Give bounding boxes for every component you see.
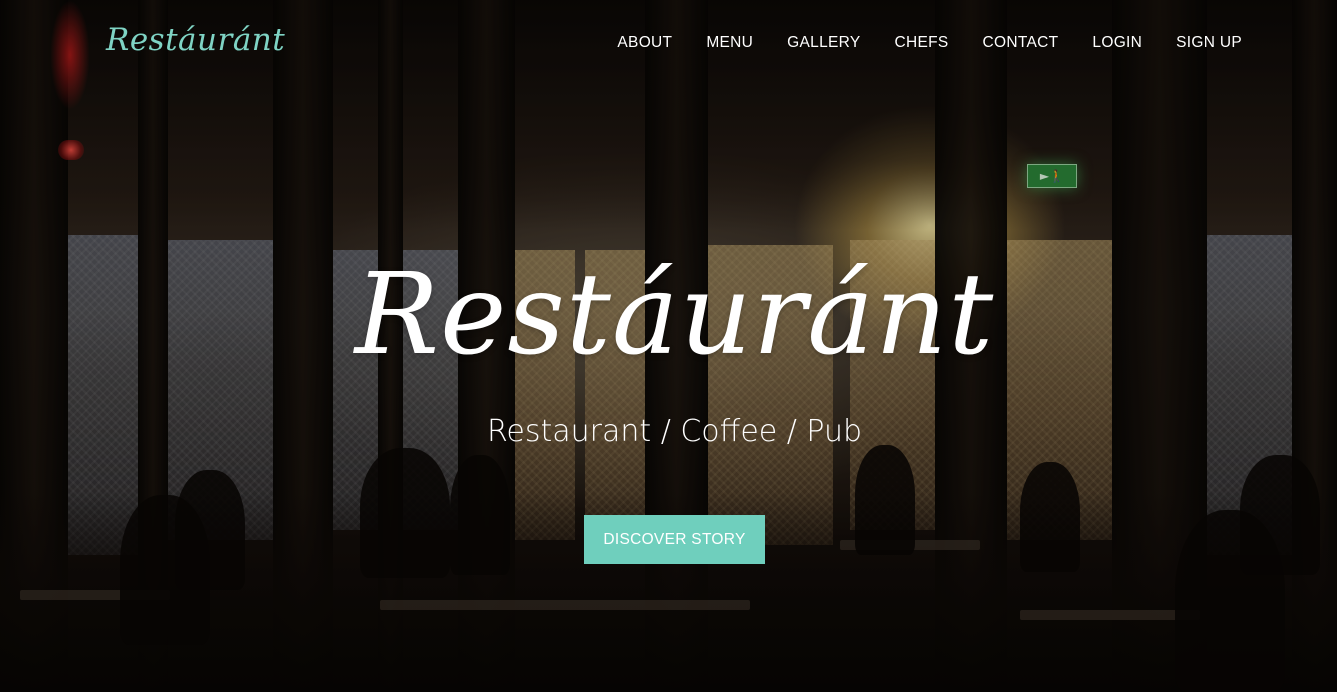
nav-item-about[interactable]: ABOUT <box>617 34 672 52</box>
hero-title: Restáuránt <box>354 250 995 380</box>
nav-item-signup[interactable]: SIGN UP <box>1176 34 1242 52</box>
nav-item-menu[interactable]: MENU <box>706 34 753 52</box>
main-nav: ABOUT MENU GALLERY CHEFS CONTACT LOGIN S… <box>583 34 1242 52</box>
nav-item-contact[interactable]: CONTACT <box>983 34 1059 52</box>
nav-item-login[interactable]: LOGIN <box>1092 34 1142 52</box>
hero-section: ►🚶 Restáuránt ABOUT MENU GALLERY CHEFS C… <box>0 0 1337 692</box>
hero-subtitle: Restaurant / Coffee / Pub <box>486 414 863 449</box>
discover-story-button[interactable]: DISCOVER STORY <box>584 515 765 564</box>
site-logo[interactable]: Restáuránt <box>106 22 285 58</box>
nav-item-chefs[interactable]: CHEFS <box>895 34 949 52</box>
nav-item-gallery[interactable]: GALLERY <box>787 34 860 52</box>
